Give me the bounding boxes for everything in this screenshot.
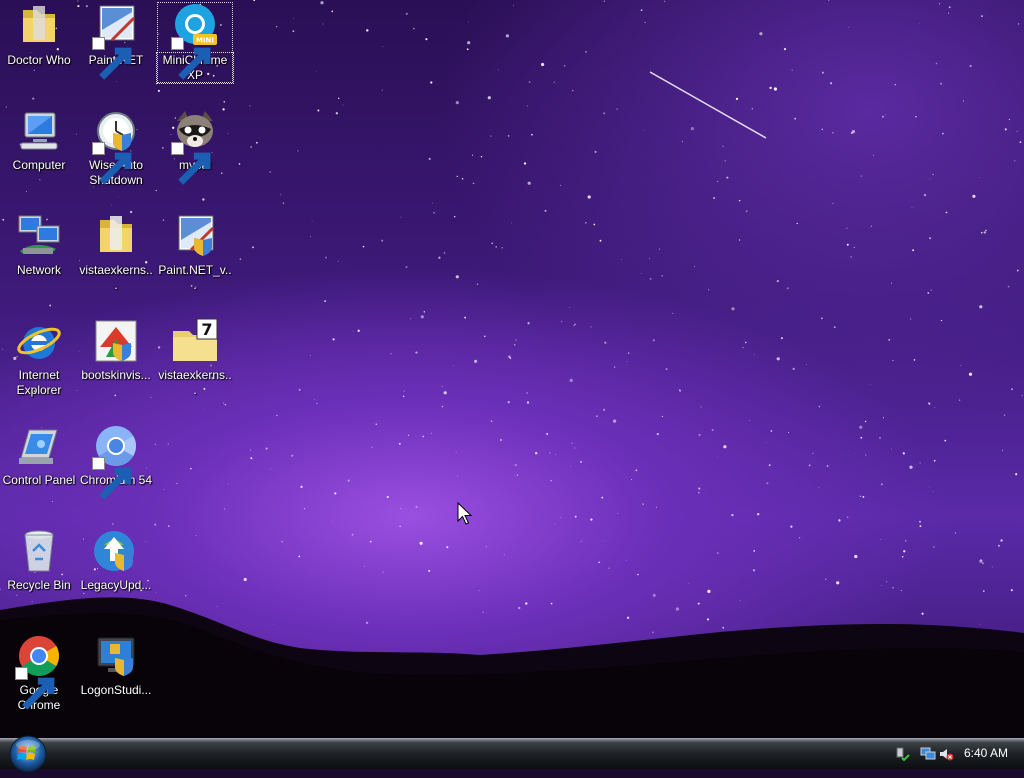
- icon-label: Internet Explorer: [16, 368, 62, 397]
- minichrome-icon: MINI: [171, 2, 219, 80]
- bootskin-icon: [92, 317, 140, 365]
- folder-icon: [15, 2, 63, 50]
- folder-icon: [92, 212, 140, 260]
- icon-label: Doctor Who: [7, 53, 71, 67]
- icon-label: Paint.NET_v...: [158, 263, 232, 292]
- computer-icon: [15, 107, 63, 155]
- taskbar-clock[interactable]: 6:40 AM: [964, 746, 1008, 760]
- desktop-icon-recycle-bin[interactable]: Recycle Bin: [1, 527, 77, 593]
- desktop-icon-minichrome-xp[interactable]: MINI MiniChrome XP: [156, 2, 234, 84]
- desktop-icon-mypal[interactable]: mypal: [157, 107, 233, 185]
- desktop-wallpaper[interactable]: Doctor Who Computer Network Internet Exp…: [0, 0, 1024, 738]
- legacy-update-icon: [92, 527, 140, 575]
- desktop-icon-paint-net[interactable]: Paint.NET: [78, 2, 154, 80]
- paint-net-installer-icon: [171, 212, 219, 260]
- zip-folder-icon: 7: [171, 317, 219, 365]
- shortcut-arrow-icon: [92, 142, 132, 185]
- icon-label: LegacyUpd...: [80, 578, 152, 592]
- internet-explorer-icon: [15, 317, 63, 365]
- shortcut-arrow-icon: [171, 37, 211, 80]
- logon-studio-icon: [92, 632, 140, 680]
- desktop-icon-control-panel[interactable]: Control Panel: [1, 422, 77, 488]
- desktop-icon-logon-studio[interactable]: LogonStudi...: [78, 632, 154, 698]
- desktop-icon-wise-auto-shutdown[interactable]: Wise Auto Shutdown: [78, 107, 154, 188]
- icon-label: Network: [16, 263, 61, 277]
- mouse-cursor-icon: [457, 501, 473, 528]
- shortcut-arrow-icon: [171, 142, 211, 185]
- desktop-icon-legacy-update[interactable]: LegacyUpd...: [78, 527, 154, 593]
- desktop-icon-vistaexkerns-folder[interactable]: vistaexkerns...: [78, 212, 154, 293]
- volume-muted-icon[interactable]: [938, 746, 954, 762]
- raccoon-icon: [171, 107, 219, 185]
- icon-label: vistaexkerns...: [158, 368, 232, 397]
- icon-label: Recycle Bin: [7, 578, 71, 592]
- control-panel-icon: [15, 422, 63, 470]
- desktop-icon-google-chrome[interactable]: Google Chrome: [1, 632, 77, 713]
- taskbar: 6:40 AM: [0, 735, 1024, 773]
- system-tray: 6:40 AM: [884, 739, 1024, 769]
- clock-shield-icon: [92, 107, 140, 185]
- icon-label: LogonStudi...: [80, 683, 152, 697]
- desktop-icon-doctor-who[interactable]: Doctor Who: [1, 2, 77, 68]
- windows-orb-icon: [9, 735, 47, 773]
- desktop-icon-network[interactable]: Network: [1, 212, 77, 278]
- desktop-icon-chromium-54[interactable]: Chromium 54: [78, 422, 154, 500]
- safely-remove-icon[interactable]: [894, 746, 910, 762]
- desktop-icon-vistaexkerns-archive[interactable]: 7 vistaexkerns...: [157, 317, 233, 398]
- start-button[interactable]: [6, 734, 50, 774]
- icon-label: Control Panel: [2, 473, 76, 487]
- recycle-bin-icon: [15, 527, 63, 575]
- desktop-icon-bootskinvis[interactable]: bootskinvis...: [78, 317, 154, 383]
- icon-label: vistaexkerns...: [79, 263, 153, 292]
- desktop-icon-internet-explorer[interactable]: Internet Explorer: [1, 317, 77, 398]
- shortcut-arrow-icon: [15, 667, 55, 710]
- shortcut-arrow-icon: [92, 457, 132, 500]
- chromium-icon: [92, 422, 140, 500]
- network-status-icon[interactable]: [920, 746, 936, 762]
- desktop-icon-paint-net-installer[interactable]: Paint.NET_v...: [157, 212, 233, 293]
- shortcut-arrow-icon: [92, 37, 132, 80]
- network-icon: [15, 212, 63, 260]
- paint-net-icon: [92, 2, 140, 80]
- icon-label: bootskinvis...: [81, 368, 151, 382]
- icon-label: Computer: [12, 158, 66, 172]
- seven-zip-badge: 7: [201, 320, 212, 339]
- desktop-icon-computer[interactable]: Computer: [1, 107, 77, 173]
- chrome-icon: [15, 632, 63, 710]
